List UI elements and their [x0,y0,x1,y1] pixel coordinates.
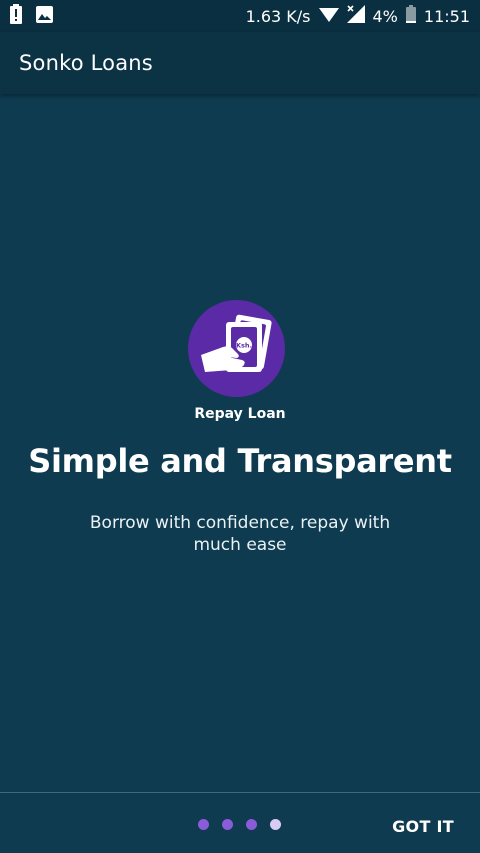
status-right: 1.63 K/s 4% 11:51 [246,5,470,27]
page-dot[interactable] [198,819,209,830]
network-speed: 1.63 K/s [245,6,311,26]
intro-slide[interactable]: Ksh. Repay Loan Simple and Transparent B… [0,94,480,792]
clock: 11:51 [423,6,470,26]
image-icon [36,5,53,27]
app-bar: Sonko Loans [0,32,480,94]
battery-alert-icon [10,4,22,28]
slide-description: Borrow with confidence, repay with much … [89,513,391,555]
battery-percent: 4% [372,6,398,26]
wifi-icon [318,6,339,26]
logo-label: Repay Loan [194,406,286,422]
cell-signal-icon [346,5,365,27]
page-indicator [198,819,281,830]
page-dot[interactable] [270,819,281,830]
page-dot[interactable] [222,819,233,830]
got-it-button[interactable]: GOT IT [392,813,454,840]
bottom-bar: GOT IT [0,793,480,853]
app-title: Sonko Loans [19,51,153,75]
slide-headline: Simple and Transparent [28,442,452,480]
status-bar: 1.63 K/s 4% 11:51 [0,0,480,32]
battery-icon [405,5,416,27]
logo-text: Ksh. [236,342,252,350]
page-dot[interactable] [246,819,257,830]
hand-cash-icon: Ksh. [201,314,272,372]
status-left [10,4,53,28]
repay-loan-logo: Ksh. [188,300,285,397]
